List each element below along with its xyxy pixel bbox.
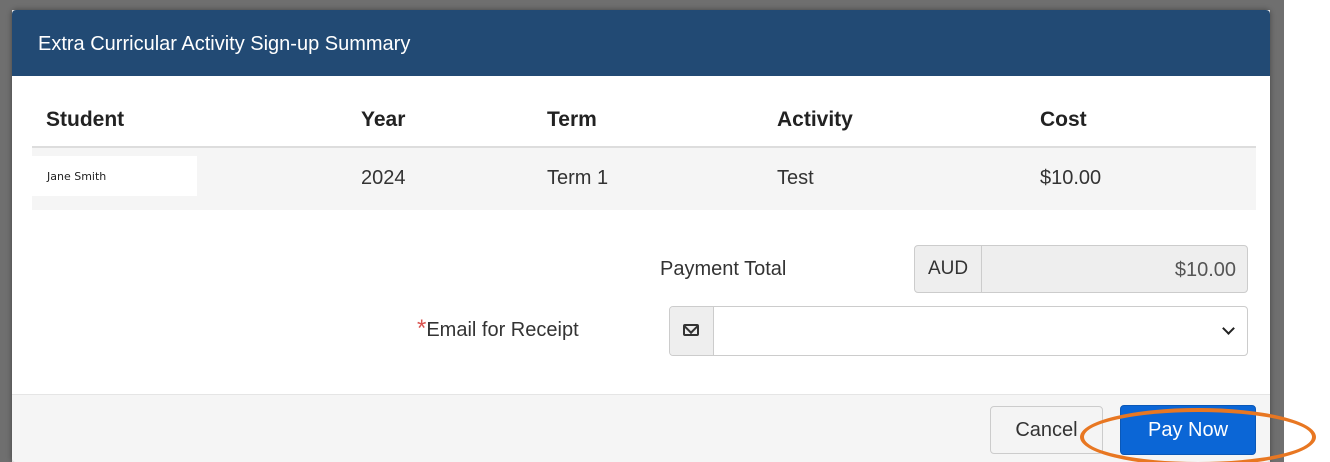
email-receipt-select[interactable] — [669, 306, 1248, 356]
pay-now-button[interactable]: Pay Now — [1120, 405, 1256, 455]
email-receipt-label: *Email for Receipt — [417, 315, 579, 343]
backdrop-overlay-right — [1270, 0, 1284, 462]
table-header-row: Student Year Term Activity Cost — [32, 92, 1256, 148]
column-header-term: Term — [547, 108, 597, 131]
column-header-year: Year — [361, 108, 406, 131]
envelope-icon — [683, 324, 699, 336]
modal-title: Extra Curricular Activity Sign-up Summar… — [12, 10, 1270, 76]
activity-cell: Test — [777, 167, 814, 189]
column-header-activity: Activity — [777, 108, 853, 131]
table-row: Jane Smith 2024 Term 1 Test $10.00 — [32, 148, 1256, 210]
signup-summary-modal: Extra Curricular Activity Sign-up Summar… — [12, 10, 1270, 462]
currency-addon: AUD — [915, 246, 982, 292]
email-addon — [670, 307, 714, 355]
payment-total-value: $10.00 — [1174, 259, 1236, 281]
term-cell: Term 1 — [547, 167, 609, 189]
cancel-button[interactable]: Cancel — [990, 406, 1103, 454]
chevron-down-icon[interactable] — [1222, 322, 1235, 335]
payment-total-field: AUD $10.00 — [914, 245, 1248, 293]
column-header-student: Student — [46, 108, 125, 131]
email-label-text: Email for Receipt — [426, 319, 579, 341]
required-marker: * — [417, 315, 427, 342]
cost-cell: $10.00 — [1040, 167, 1102, 189]
payment-total-label: Payment Total — [660, 258, 787, 280]
backdrop-overlay-top — [0, 0, 1284, 10]
signup-table: Student Year Term Activity Cost Jane Smi… — [32, 92, 1256, 210]
year-cell: 2024 — [361, 167, 406, 189]
student-name-cell: Jane Smith — [32, 156, 197, 196]
modal-footer: Cancel Pay Now — [12, 394, 1270, 462]
column-header-cost: Cost — [1040, 108, 1087, 131]
backdrop-overlay-left — [0, 0, 12, 462]
